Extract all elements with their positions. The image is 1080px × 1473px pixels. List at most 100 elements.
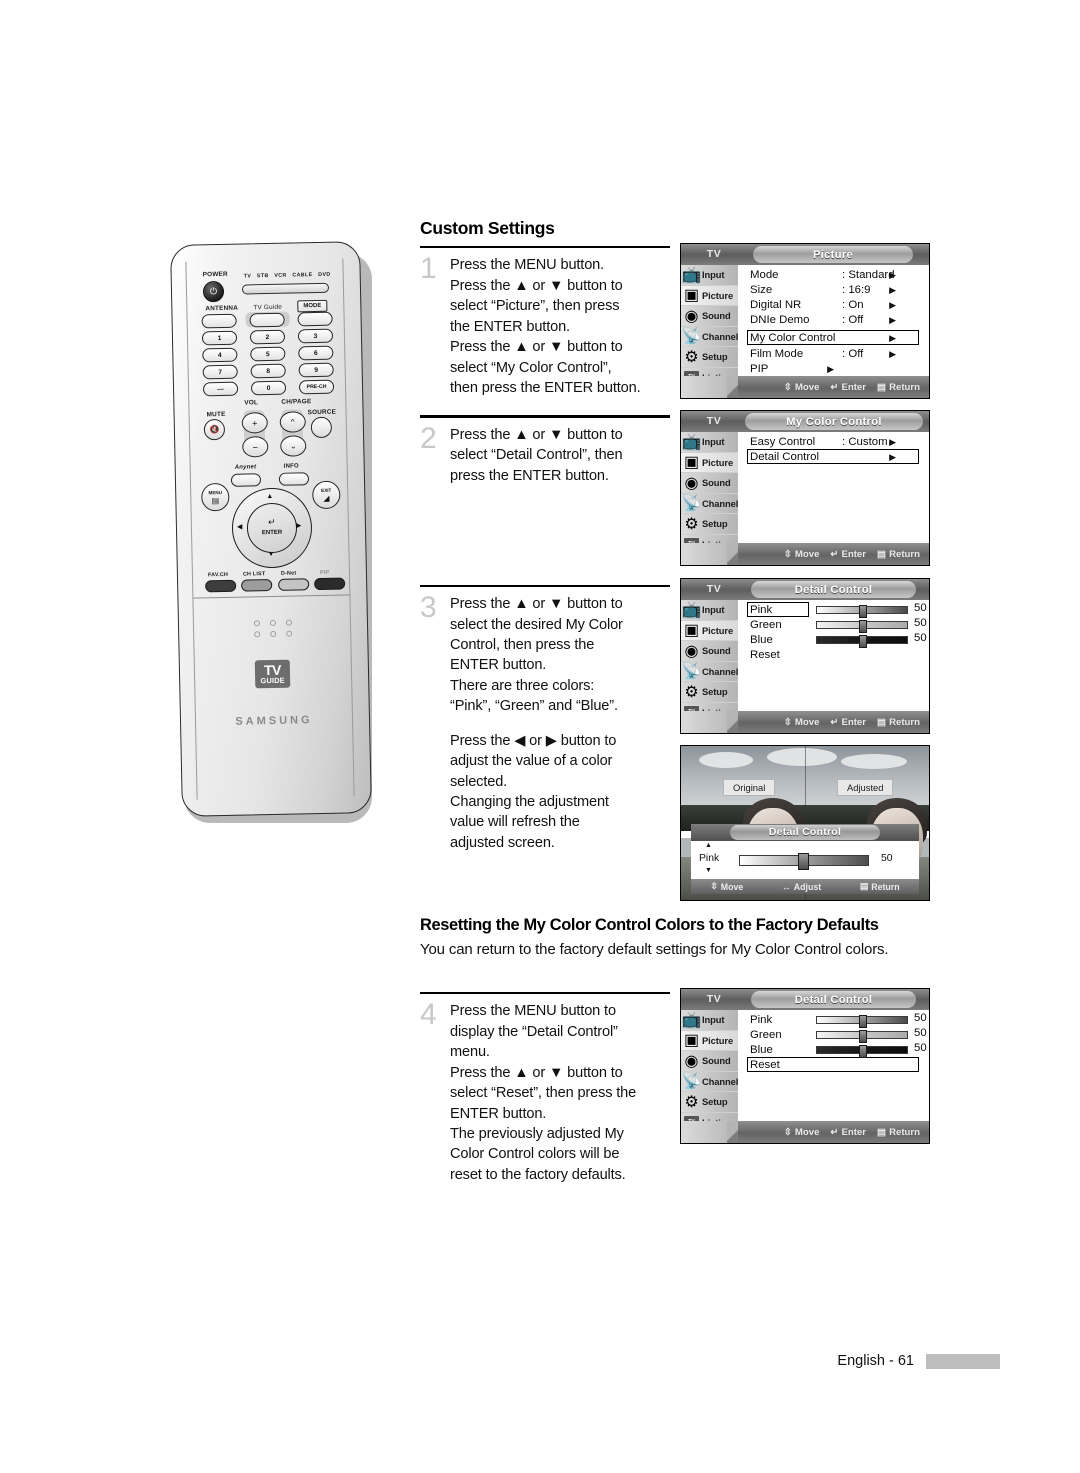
osd-row-reset[interactable]: Reset — [750, 1058, 780, 1073]
remote-anynet-button[interactable] — [230, 473, 262, 487]
remote-key-0[interactable]: 0 — [250, 380, 287, 396]
enter-icon: ↵ — [830, 1126, 839, 1138]
preview-slider-pink-knob[interactable] — [798, 853, 809, 870]
osd-row-easy-control[interactable]: Easy Control: Custom ▶ — [750, 435, 904, 450]
slider-pink-knob[interactable] — [859, 1014, 867, 1028]
remote-channel-down-button[interactable]: ⌄ — [280, 435, 307, 457]
slider-green-knob[interactable] — [859, 1029, 867, 1043]
osd-row-pink[interactable]: Pink — [750, 1013, 772, 1028]
sidebar-item-sound[interactable]: ◉ Sound — [681, 473, 738, 494]
slider-pink-knob[interactable] — [859, 604, 867, 618]
remote-key-dash[interactable]: — — [202, 381, 239, 397]
sidebar-item-sound[interactable]: ◉ Sound — [681, 1051, 738, 1072]
osd-row[interactable]: PIP ▶ — [750, 362, 842, 377]
sidebar-item-input[interactable]: 📺 Input — [681, 265, 738, 286]
step-4-line: Color Control colors will be — [450, 1146, 620, 1163]
sidebar-item-setup[interactable]: ⚙ Setup — [681, 1092, 738, 1113]
sidebar-item-picture[interactable]: ▣ Picture — [681, 285, 738, 306]
remote-tvguide-button[interactable] — [249, 312, 285, 328]
remote-source-button[interactable] — [310, 416, 333, 439]
sidebar-item-picture[interactable]: ▣ Picture — [681, 620, 738, 641]
remote-key-9[interactable]: 9 — [298, 362, 334, 378]
osd-row-blue[interactable]: Blue — [750, 633, 773, 648]
slider-blue[interactable] — [816, 1044, 908, 1058]
osd-row[interactable]: Size: 16:9 ▶ — [750, 283, 904, 298]
sidebar-item-channel[interactable]: 📡 Channel — [681, 327, 738, 347]
chevron-right-icon: ▶ — [889, 451, 896, 462]
dpad-up-icon[interactable]: ▲ — [266, 493, 273, 500]
menu-icon: ▤ — [859, 881, 869, 891]
osd-row-reset[interactable]: Reset — [750, 648, 780, 663]
slider-pink[interactable] — [816, 1014, 908, 1028]
remote-exit-button[interactable]: EXIT ◢ — [312, 480, 341, 510]
sidebar-label: Input — [702, 1014, 725, 1026]
mode-label-tv: TV — [243, 273, 252, 280]
step-1-text: Press the MENU button. Press the ▲ or ▼ … — [450, 255, 641, 415]
sidebar-item-sound[interactable]: ◉ Sound — [681, 641, 738, 662]
sidebar-item-sound[interactable]: ◉ Sound — [681, 306, 738, 327]
chevron-right-icon: ▶ — [889, 284, 896, 295]
remote-power-button[interactable]: ⏻ — [202, 280, 225, 303]
hint-return: ▤ Return — [877, 717, 920, 728]
sidebar-item-setup[interactable]: ⚙ Setup — [681, 514, 738, 535]
slider-green-knob[interactable] — [859, 619, 867, 633]
remote-mute-button[interactable]: 🔇 — [203, 418, 226, 441]
sidebar-item-input[interactable]: 📺 Input — [681, 1010, 738, 1031]
slider-green[interactable] — [816, 619, 908, 633]
sidebar-item-picture[interactable]: ▣ Picture — [681, 1030, 738, 1051]
remote-key-7[interactable]: 7 — [202, 364, 238, 380]
step-1-line: Press the ▲ or ▼ button to — [450, 277, 623, 294]
step-4-line: reset to the factory defaults. — [450, 1166, 626, 1183]
sidebar-item-channel[interactable]: 📡 Channel — [681, 1072, 739, 1092]
remote-dnet-button[interactable] — [278, 578, 310, 591]
step-3-line: Changing the adjustment — [450, 793, 609, 810]
sidebar-item-setup[interactable]: ⚙ Setup — [681, 682, 738, 703]
osd-row-label: Digital NR — [750, 299, 802, 312]
osd-row-pink[interactable]: Pink — [750, 603, 772, 618]
preview-osd-overlay: Detail Control ▲ Pink ▼ 50 ⇳ Move ↔ Adjust… — [691, 824, 919, 894]
remote-key-6[interactable]: 6 — [298, 345, 334, 361]
preview-slider-pink[interactable] — [739, 853, 869, 870]
slider-pink[interactable] — [816, 604, 908, 618]
dpad-left-icon[interactable]: ◀ — [237, 523, 243, 531]
osd-row[interactable]: Film Mode: Off ▶ — [750, 347, 904, 362]
remote-key-5[interactable]: 5 — [250, 346, 286, 362]
osd-row[interactable]: Digital NR: On ▶ — [750, 298, 904, 313]
remote-key-2[interactable]: 2 — [249, 329, 286, 345]
slider-green[interactable] — [816, 1029, 908, 1043]
remote-antenna-button[interactable] — [201, 313, 237, 329]
sidebar-item-picture[interactable]: ▣ Picture — [681, 452, 738, 473]
remote-chlist-button[interactable] — [241, 578, 273, 592]
remote-favch-button[interactable] — [205, 579, 237, 593]
sidebar-label: Channel — [702, 1075, 739, 1087]
osd-row-green[interactable]: Green — [750, 618, 782, 633]
osd-row-green[interactable]: Green — [750, 1028, 782, 1043]
slider-blue[interactable] — [816, 634, 908, 648]
osd-row-blue[interactable]: Blue — [750, 1043, 773, 1058]
osd-row[interactable]: Mode: Standard ▶ — [750, 268, 904, 283]
remote-body: POWER ⏻ TV STB VCR CABLE DVD ANTENNA TV … — [170, 241, 372, 817]
sidebar-item-input[interactable]: 📺 Input — [681, 600, 738, 621]
remote-key-4[interactable]: 4 — [202, 347, 238, 363]
dpad-down-icon[interactable]: ▼ — [267, 551, 274, 558]
remote-mute-label: MUTE — [206, 410, 226, 419]
osd-row-my-color-control[interactable]: My Color Control ▶ — [750, 331, 904, 346]
sidebar-item-channel[interactable]: 📡 Channel — [681, 494, 738, 514]
remote-key-1[interactable]: 1 — [201, 330, 238, 346]
remote-key-8[interactable]: 8 — [250, 363, 286, 379]
remote-key-3[interactable]: 3 — [297, 328, 334, 344]
remote-menu-button[interactable]: MENU ▤ — [201, 482, 230, 512]
sidebar-item-setup[interactable]: ⚙ Setup — [681, 347, 738, 368]
sidebar-item-channel[interactable]: 📡 Channel — [681, 662, 738, 682]
sidebar-item-input[interactable]: 📺 Input — [681, 432, 738, 453]
remote-mode-button[interactable] — [297, 311, 333, 327]
remote-info-button[interactable] — [278, 472, 310, 486]
osd-row-detail-control[interactable]: Detail Control ▶ — [750, 450, 904, 465]
remote-volume-down-button[interactable]: − — [242, 436, 269, 458]
remote-pip-button[interactable] — [314, 577, 346, 591]
slider-blue-knob[interactable] — [859, 1044, 867, 1058]
osd-row[interactable]: DNIe Demo: Off ▶ — [750, 313, 904, 328]
remote-key-prech[interactable]: PRE-CH — [298, 379, 335, 395]
dpad-right-icon[interactable]: ▶ — [296, 521, 302, 529]
slider-blue-knob[interactable] — [859, 634, 867, 648]
